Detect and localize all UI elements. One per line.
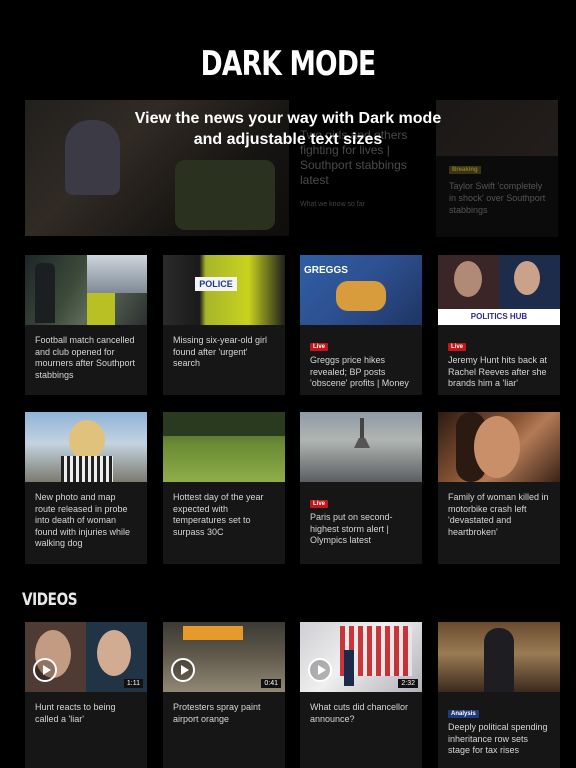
departures-board-shape bbox=[183, 626, 243, 640]
hunt-reeves-thumbnail: 1:11 bbox=[25, 622, 147, 692]
video-duration: 1:11 bbox=[123, 679, 143, 688]
presenter-shape bbox=[344, 650, 354, 686]
analysis-badge: Analysis bbox=[448, 710, 479, 718]
live-badge: Live bbox=[448, 343, 467, 351]
video-card-title: Hunt reacts to being called a 'liar' bbox=[35, 702, 116, 724]
news-card-title: Football match cancelled and club opened… bbox=[35, 335, 136, 380]
news-card[interactable]: New photo and map route released in prob… bbox=[25, 412, 147, 564]
police-vest-thumbnail: POLICE bbox=[163, 255, 285, 325]
video-card[interactable]: Analysis Deeply political spending inher… bbox=[438, 622, 560, 768]
video-duration: 0:41 bbox=[261, 679, 281, 688]
building-shape bbox=[87, 255, 147, 293]
promo-subtitle: View the news your way with Dark mode an… bbox=[134, 110, 442, 148]
videos-section-title: VIDEOS bbox=[22, 590, 78, 610]
head-shape bbox=[69, 420, 105, 460]
park-sunbathers-thumbnail bbox=[163, 412, 285, 482]
lead-story-link[interactable]: What we know so far bbox=[300, 198, 420, 212]
officer-shape bbox=[35, 263, 55, 323]
police-label: POLICE bbox=[195, 277, 237, 291]
person-shape bbox=[454, 261, 482, 297]
airport-thumbnail: 0:41 bbox=[163, 622, 285, 692]
breaking-story-title: Taylor Swift 'completely in shock' over … bbox=[449, 181, 546, 215]
eiffel-tower-shape bbox=[360, 418, 364, 448]
person-shape bbox=[97, 630, 131, 676]
video-duration: 2:32 bbox=[398, 679, 418, 688]
promo-header: Two girls and others fighting for lives … bbox=[0, 0, 576, 250]
body-shape bbox=[61, 456, 113, 482]
person-shape bbox=[484, 628, 514, 692]
video-card[interactable]: 2:32 What cuts did chancellor announce? bbox=[300, 622, 422, 768]
video-card-title: What cuts did chancellor announce? bbox=[310, 702, 409, 724]
promo-title: DARK MODE bbox=[200, 44, 377, 84]
live-badge: Live bbox=[310, 500, 329, 508]
news-card[interactable]: Football match cancelled and club opened… bbox=[25, 255, 147, 395]
news-card-title: Greggs price hikes revealed; BP posts 'o… bbox=[310, 355, 409, 389]
breaking-badge: Breaking bbox=[449, 166, 481, 174]
news-card-title: Paris put on second-highest storm alert … bbox=[310, 512, 393, 546]
play-icon[interactable] bbox=[171, 658, 195, 682]
video-card[interactable]: 0:41 Protesters spray paint airport oran… bbox=[163, 622, 285, 768]
news-card-title: New photo and map route released in prob… bbox=[35, 492, 131, 549]
trees-shape bbox=[163, 412, 285, 436]
pastry-shape bbox=[336, 281, 386, 311]
play-icon[interactable] bbox=[308, 658, 332, 682]
video-card-title: Protesters spray paint airport orange bbox=[173, 702, 261, 724]
studio-thumbnail: 2:32 bbox=[300, 622, 422, 692]
news-card[interactable]: Live Paris put on second-highest storm a… bbox=[300, 412, 422, 564]
chancellor-hall-thumbnail bbox=[438, 622, 560, 692]
news-card[interactable]: POLICE Missing six-year-old girl found a… bbox=[163, 255, 285, 395]
politics-hub-thumbnail: POLITICS HUB bbox=[438, 255, 560, 325]
news-card[interactable]: Hottest day of the year expected with te… bbox=[163, 412, 285, 564]
news-card-title: Family of woman killed in motorbike cras… bbox=[448, 492, 549, 537]
news-card[interactable]: Family of woman killed in motorbike cras… bbox=[438, 412, 560, 564]
greggs-thumbnail: GREGGS bbox=[300, 255, 422, 325]
person-shape bbox=[514, 261, 540, 295]
greggs-sign: GREGGS bbox=[304, 265, 348, 276]
woman-face-thumbnail bbox=[438, 412, 560, 482]
news-card[interactable]: POLITICS HUB Live Jeremy Hunt hits back … bbox=[438, 255, 560, 395]
live-badge: Live bbox=[310, 343, 329, 351]
vest-shape bbox=[87, 293, 115, 325]
person-shape bbox=[65, 120, 120, 195]
news-card-title: Hottest day of the year expected with te… bbox=[173, 492, 264, 537]
news-card-title: Missing six-year-old girl found after 'u… bbox=[173, 335, 268, 369]
video-card[interactable]: 1:11 Hunt reacts to being called a 'liar… bbox=[25, 622, 147, 768]
video-card-title: Deeply political spending inheritance ro… bbox=[448, 722, 548, 756]
paris-storm-thumbnail bbox=[300, 412, 422, 482]
face-shape bbox=[474, 416, 520, 478]
flowers-shape bbox=[175, 160, 275, 230]
play-icon[interactable] bbox=[33, 658, 57, 682]
police-scene-thumbnail bbox=[25, 255, 147, 325]
politics-hub-banner: POLITICS HUB bbox=[438, 309, 560, 325]
news-card[interactable]: GREGGS Live Greggs price hikes revealed;… bbox=[300, 255, 422, 395]
news-card-title: Jeremy Hunt hits back at Rachel Reeves a… bbox=[448, 355, 548, 389]
woman-portrait-thumbnail bbox=[25, 412, 147, 482]
